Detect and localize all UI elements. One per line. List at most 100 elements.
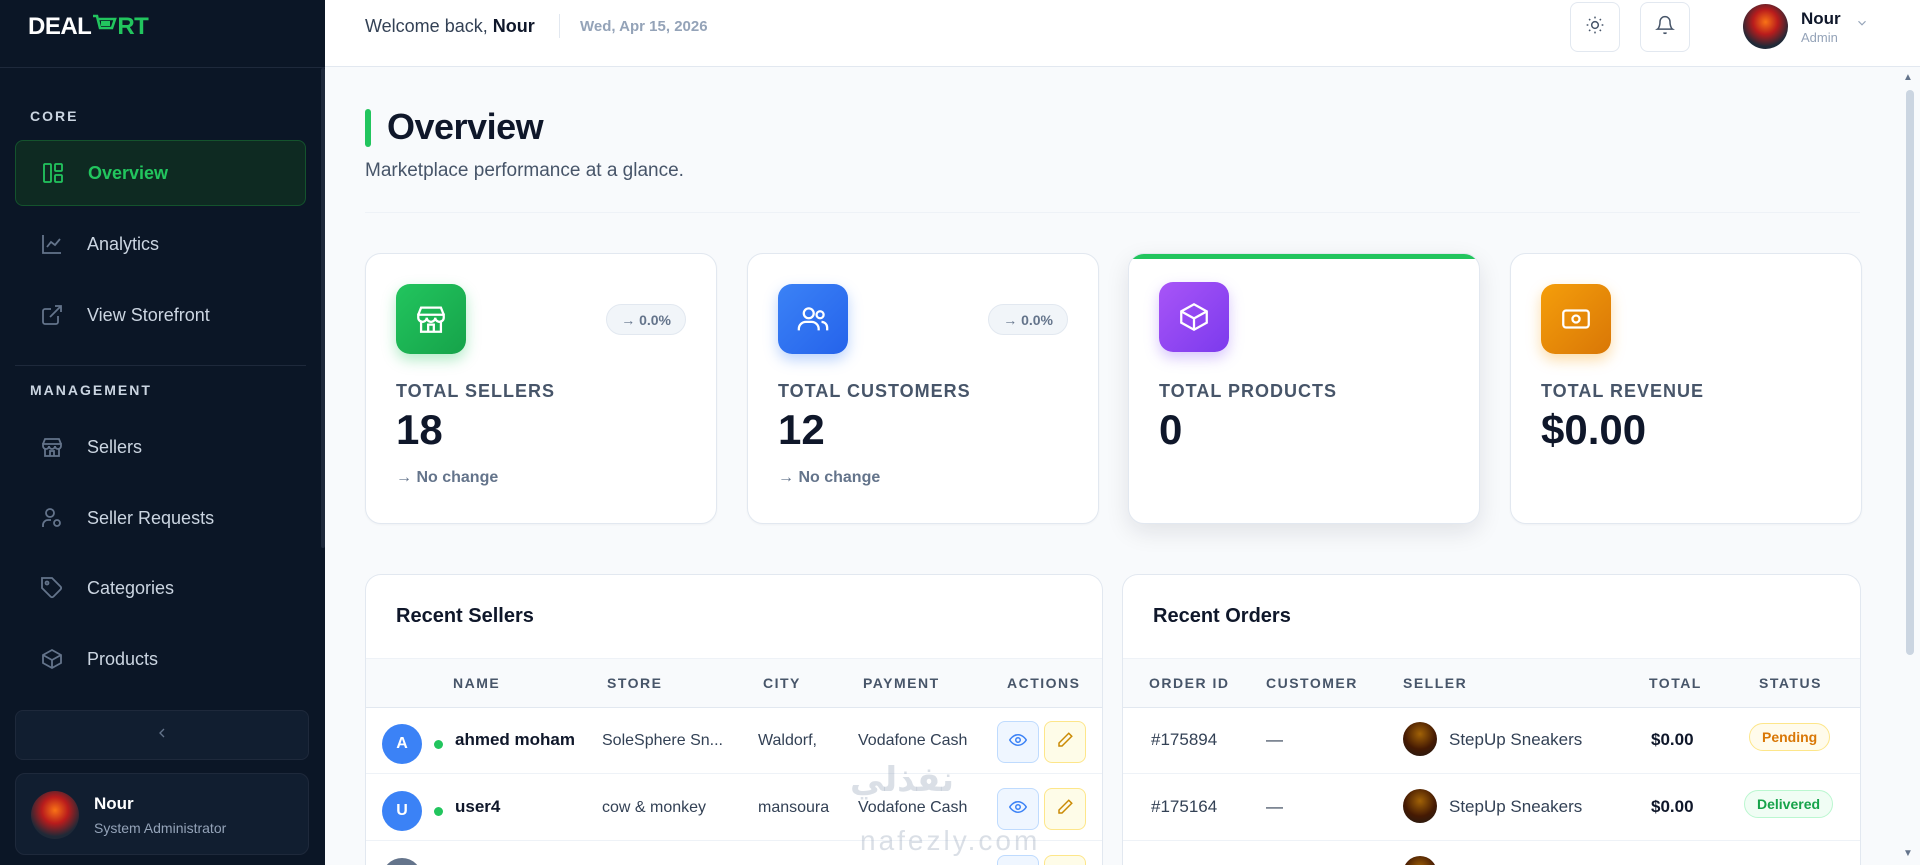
user-check-icon (40, 506, 64, 530)
nav-divider (15, 365, 306, 366)
welcome-name: Nour (492, 16, 535, 36)
column-header[interactable]: ORDER ID (1149, 675, 1229, 691)
tag-icon (40, 576, 64, 600)
sidebar-item-seller-requests[interactable]: Seller Requests (15, 485, 306, 551)
logo-divider (0, 67, 325, 68)
eye-icon (1008, 731, 1028, 754)
main-scrollbar-thumb[interactable] (1906, 90, 1914, 655)
stat-card-total-revenue[interactable]: TOTAL REVENUE $0.00 (1510, 253, 1862, 524)
sidebar-item-products[interactable]: Products (15, 626, 306, 692)
scroll-up-icon[interactable]: ▲ (1903, 72, 1913, 83)
notifications-button[interactable] (1640, 2, 1690, 52)
column-header[interactable]: STATUS (1759, 675, 1822, 691)
stat-value: 18 (396, 406, 443, 453)
chevron-left-icon (154, 724, 170, 747)
column-header[interactable]: PAYMENT (863, 675, 940, 691)
edit-button[interactable] (1044, 788, 1086, 830)
table-row[interactable]: #175164 — StepUp Sneakers $0.00 Delivere… (1123, 775, 1860, 841)
stat-value: $0.00 (1541, 406, 1647, 453)
avatar: A (382, 724, 422, 764)
order-total: $0.00 (1651, 797, 1694, 816)
table-header: NAME STORE CITY PAYMENT ACTIONS (366, 658, 1102, 708)
theme-toggle-button[interactable] (1570, 2, 1620, 52)
edit-button[interactable] (1044, 721, 1086, 763)
recent-sellers-panel: Recent Sellers NAME STORE CITY PAYMENT A… (365, 574, 1103, 865)
order-id[interactable]: #175164 (1151, 797, 1217, 817)
top-header: Welcome back, Nour Wed, Apr 15, 2026 Nou… (325, 0, 1920, 67)
seller-name: user4 (455, 797, 501, 816)
sidebar-item-label: Analytics (87, 233, 160, 254)
avatar (1403, 789, 1437, 823)
stat-card-total-customers[interactable]: → 0.0% TOTAL CUSTOMERS 12 → No change (747, 253, 1099, 524)
panel-title: Recent Orders (1153, 605, 1291, 627)
box-icon (1159, 282, 1229, 352)
section-label-management: MANAGEMENT (30, 382, 152, 398)
column-header[interactable]: TOTAL (1649, 675, 1702, 691)
avatar: U (382, 791, 422, 831)
avatar (382, 858, 422, 865)
column-header[interactable]: CITY (763, 675, 801, 691)
table-row[interactable]: #175894 — StepUp Sneakers $0.00 Pending (1123, 708, 1860, 774)
user-name[interactable]: Nour (1801, 9, 1841, 29)
order-id[interactable]: #175894 (1151, 730, 1217, 750)
stat-card-total-sellers[interactable]: → 0.0% TOTAL SELLERS 18 → No change (365, 253, 717, 524)
stat-value: 0 (1159, 406, 1183, 453)
sidebar-item-view-storefront[interactable]: View Storefront (15, 282, 306, 348)
column-header[interactable]: NAME (453, 675, 500, 691)
banknote-icon (1541, 284, 1611, 354)
scroll-down-icon[interactable]: ▼ (1903, 848, 1913, 859)
order-customer: — (1266, 797, 1283, 816)
seller-city: mansoura (758, 799, 830, 816)
avatar (31, 791, 79, 839)
profile-name: Nour (94, 794, 134, 813)
pencil-icon (1056, 731, 1074, 754)
column-header: ACTIONS (1007, 675, 1081, 691)
stat-change: → No change (778, 469, 881, 486)
seller-payment: Vodafone Cash (858, 732, 968, 749)
sidebar-item-sellers[interactable]: Sellers (15, 414, 306, 480)
view-button[interactable] (997, 721, 1039, 763)
sidebar-item-label: Seller Requests (87, 507, 215, 528)
sidebar-item-label: Overview (88, 162, 169, 183)
order-total: $0.00 (1651, 730, 1694, 749)
welcome-message: Welcome back, Nour (365, 16, 535, 36)
status-badge: Pending (1749, 723, 1831, 751)
pencil-icon (1056, 798, 1074, 821)
store-icon (40, 435, 64, 459)
collapse-sidebar-button[interactable] (15, 710, 309, 760)
user-avatar[interactable] (1743, 4, 1788, 49)
online-status-dot (434, 807, 443, 816)
sidebar-scrollbar[interactable] (321, 68, 325, 548)
edit-button[interactable] (1044, 855, 1086, 865)
layout-dashboard-icon (41, 161, 65, 185)
view-button[interactable] (997, 788, 1039, 830)
sidebar-item-label: View Storefront (87, 304, 210, 325)
seller-store: cow & monkey (602, 799, 707, 816)
users-icon (778, 284, 848, 354)
chevron-down-icon[interactable] (1855, 16, 1869, 35)
section-label-core: CORE (30, 108, 79, 124)
sidebar-item-overview[interactable]: Overview (15, 140, 306, 206)
sidebar-item-analytics[interactable]: Analytics (15, 211, 306, 277)
sidebar-profile-card[interactable]: Nour System Administrator (15, 773, 309, 855)
seller-payment: Vodafone Cash (858, 799, 968, 816)
app-logo[interactable]: DEAL RT (28, 13, 149, 40)
avatar (1403, 856, 1437, 865)
table-row[interactable]: A ahmed moham SoleSphere Sn... Waldorf, … (366, 708, 1102, 774)
sidebar-item-label: Sellers (87, 436, 143, 457)
sidebar-item-categories[interactable]: Categories (15, 555, 306, 621)
recent-orders-panel: Recent Orders ORDER ID CUSTOMER SELLER T… (1122, 574, 1861, 865)
column-header[interactable]: SELLER (1403, 675, 1467, 691)
stat-card-total-products[interactable]: TOTAL PRODUCTS 0 (1128, 253, 1480, 524)
column-header[interactable]: CUSTOMER (1266, 675, 1358, 691)
external-link-icon (40, 303, 64, 327)
card-accent-line (1129, 254, 1479, 259)
seller-name: ahmed moham (455, 730, 575, 749)
bell-icon (1655, 15, 1675, 40)
table-row[interactable] (1123, 842, 1860, 865)
column-header[interactable]: STORE (607, 675, 662, 691)
page-subtitle: Marketplace performance at a glance. (365, 160, 684, 181)
user-role: Admin (1801, 30, 1838, 45)
order-seller: StepUp Sneakers (1449, 730, 1583, 749)
heading-divider (365, 212, 1860, 213)
